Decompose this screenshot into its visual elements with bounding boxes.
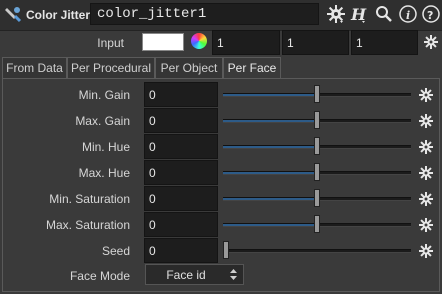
- param-slider-fill: [223, 172, 317, 174]
- tab-per-object[interactable]: Per Object: [155, 57, 223, 78]
- search-icon[interactable]: [374, 4, 394, 24]
- node-type-label: Color Jitter: [26, 8, 91, 22]
- param-gear-icon[interactable]: [419, 218, 433, 232]
- param-label: Min. Gain: [78, 88, 130, 102]
- param-gear-icon[interactable]: [419, 88, 433, 102]
- param-gear-icon[interactable]: [419, 244, 433, 258]
- node-name-field[interactable]: color_jitter1: [90, 3, 319, 25]
- svg-text:?: ?: [427, 9, 433, 22]
- param-slider-handle[interactable]: [314, 163, 320, 181]
- tab-per-face[interactable]: Per Face: [223, 57, 281, 78]
- param-gear-icon[interactable]: [419, 140, 433, 154]
- node-icon: [5, 7, 22, 23]
- param-value-field[interactable]: 0: [144, 82, 218, 107]
- gear-icon[interactable]: [326, 4, 346, 24]
- param-gear-icon[interactable]: [419, 192, 433, 206]
- param-label: Max. Saturation: [45, 218, 130, 232]
- param-label: Seed: [101, 244, 130, 258]
- svg-text:i: i: [406, 9, 410, 22]
- param-value-field[interactable]: 0: [144, 212, 218, 237]
- param-slider-fill: [223, 224, 317, 226]
- face-mode-value: Face id: [166, 268, 206, 282]
- param-slider-fill: [223, 94, 317, 96]
- color-wheel-icon[interactable]: [191, 33, 207, 49]
- param-slider-fill: [223, 120, 317, 122]
- input-color-swatch[interactable]: [142, 33, 184, 51]
- tab-per-procedural[interactable]: Per Procedural: [67, 57, 155, 78]
- param-slider-handle[interactable]: [314, 137, 320, 155]
- param-slider-handle[interactable]: [314, 111, 320, 129]
- input-g-field[interactable]: 1: [282, 30, 349, 55]
- input-label: Input: [97, 36, 124, 50]
- input-r-field[interactable]: 1: [212, 30, 280, 55]
- info-icon[interactable]: i: [398, 4, 418, 24]
- param-value-field[interactable]: 0: [144, 238, 218, 263]
- param-label: Min. Saturation: [49, 192, 130, 206]
- param-label: Max. Gain: [75, 114, 130, 128]
- param-value-field[interactable]: 0: [144, 134, 218, 159]
- param-slider-fill: [223, 198, 317, 200]
- input-gear-icon[interactable]: [424, 35, 438, 49]
- param-slider-fill: [223, 146, 317, 148]
- param-slider-track[interactable]: [223, 249, 411, 253]
- param-value-field[interactable]: 0: [144, 160, 218, 185]
- param-value-field[interactable]: 0: [144, 186, 218, 211]
- param-label: Max. Hue: [78, 166, 130, 180]
- select-arrows-icon: [230, 269, 237, 280]
- help-icon[interactable]: ?: [421, 4, 441, 24]
- param-label: Min. Hue: [81, 140, 130, 154]
- tab-from-data[interactable]: From Data: [2, 57, 67, 78]
- param-slider-handle[interactable]: [314, 189, 320, 207]
- help-h-icon[interactable]: H: [349, 4, 369, 24]
- face-mode-label: Face Mode: [69, 269, 130, 283]
- param-gear-icon[interactable]: [419, 166, 433, 180]
- param-slider-handle[interactable]: [223, 241, 229, 259]
- param-value-field[interactable]: 0: [144, 108, 218, 133]
- input-b-field[interactable]: 1: [351, 30, 418, 55]
- param-slider-handle[interactable]: [314, 85, 320, 103]
- face-mode-select[interactable]: Face id: [145, 264, 244, 285]
- param-gear-icon[interactable]: [419, 114, 433, 128]
- param-slider-handle[interactable]: [314, 215, 320, 233]
- per-face-panel: [2, 78, 440, 292]
